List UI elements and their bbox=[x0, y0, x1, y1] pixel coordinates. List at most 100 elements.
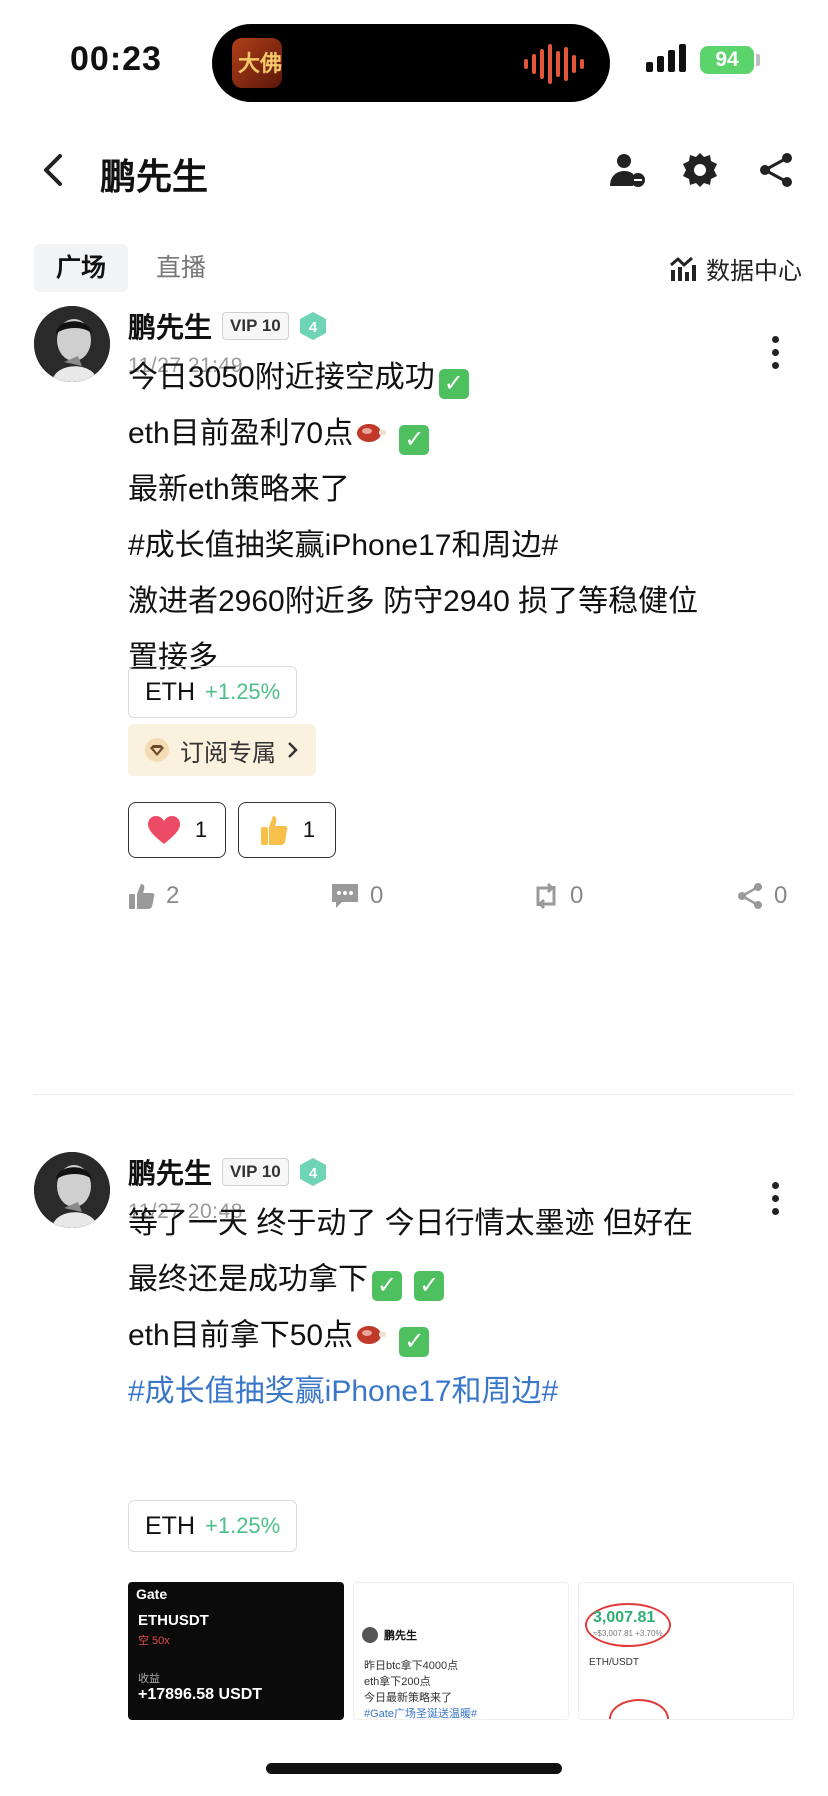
image-thumbnail[interactable]: 鹏先生 昨日btc拿下4000点 eth拿下200点 今日最新策略来了 #Gat… bbox=[353, 1582, 569, 1720]
battery-indicator: 94 bbox=[700, 46, 754, 74]
post-line: #成长值抽奖赢iPhone17和周边# bbox=[128, 1364, 798, 1420]
avatar[interactable] bbox=[34, 1152, 110, 1228]
thumb-pair: ETHUSDT bbox=[138, 1612, 209, 1629]
reaction-thumbs-up[interactable]: 1 bbox=[238, 802, 336, 858]
status-bar: 00:23 大佛 94 bbox=[0, 0, 828, 120]
ticker-change: +1.25% bbox=[205, 679, 281, 704]
post-line: 等了一天 终于动了 今日行情太墨迹 但好在 bbox=[128, 1196, 798, 1252]
repost-button[interactable]: 0 bbox=[532, 882, 583, 910]
post-line-text: 最终还是成功拿下 bbox=[128, 1263, 368, 1296]
post-hashtag-link[interactable]: #成长值抽奖赢iPhone17和周边# bbox=[128, 1375, 558, 1408]
page-title: 鹏先生 bbox=[100, 156, 209, 197]
meat-emoji-icon bbox=[357, 1326, 387, 1344]
repost-count: 0 bbox=[570, 882, 584, 909]
image-gallery: Gate ETHUSDT 空 50x 收益 +17896.58 USDT 鹏先生… bbox=[128, 1582, 794, 1720]
post-action-bar: 2 0 0 0 bbox=[0, 882, 828, 922]
diamond-icon bbox=[145, 738, 169, 762]
post-line-text: 今日3050附近接空成功 bbox=[128, 361, 435, 394]
thumb-pair: ETH/USDT bbox=[589, 1657, 639, 1668]
avatar-portrait bbox=[34, 1152, 110, 1228]
ticker-chip[interactable]: ETH +1.25% bbox=[128, 666, 298, 718]
post-divider bbox=[34, 1094, 794, 1095]
check-mark-icon: ✓ bbox=[399, 425, 430, 455]
post-hashtag[interactable]: #成长值抽奖赢iPhone17和周边# bbox=[128, 529, 558, 562]
thumbs-up-icon bbox=[129, 884, 155, 909]
audio-waveform-icon bbox=[524, 44, 584, 84]
post-body: 等了一天 终于动了 今日行情太墨迹 但好在 最终还是成功拿下 ✓ ✓ eth目前拿… bbox=[128, 1196, 798, 1420]
like-button[interactable]: 2 bbox=[128, 882, 179, 910]
reaction-bar: 1 1 bbox=[128, 802, 336, 858]
tab-square[interactable]: 广场 bbox=[34, 244, 129, 292]
ticker-symbol: ETH bbox=[145, 677, 195, 706]
reaction-count: 1 bbox=[194, 817, 208, 842]
reaction-count: 1 bbox=[302, 817, 316, 842]
home-indicator[interactable] bbox=[266, 1763, 562, 1774]
ticker-symbol: ETH bbox=[145, 1511, 195, 1540]
author-row: 鹏先生 VIP 10 4 bbox=[128, 1152, 327, 1192]
page-header: 鹏先生 bbox=[0, 130, 828, 210]
user-manage-icon[interactable] bbox=[606, 150, 646, 190]
repost-icon bbox=[536, 882, 556, 910]
thumb-avatar bbox=[362, 1627, 378, 1643]
level-number: 4 bbox=[309, 319, 318, 336]
author-name[interactable]: 鹏先生 bbox=[128, 1152, 212, 1192]
image-thumbnail[interactable]: Gate ETHUSDT 空 50x 收益 +17896.58 USDT bbox=[128, 1582, 344, 1720]
comment-count: 0 bbox=[370, 882, 384, 909]
comment-icon bbox=[332, 884, 358, 908]
gear-icon[interactable] bbox=[680, 150, 720, 190]
share-post-button[interactable]: 0 bbox=[736, 882, 787, 910]
thumb-line: eth拿下200点 bbox=[364, 1676, 431, 1688]
author-row: 鹏先生 VIP 10 4 bbox=[128, 306, 327, 346]
reaction-heart[interactable]: 1 bbox=[128, 802, 226, 858]
post-line-text: 最新eth策略来了 bbox=[128, 473, 350, 506]
meat-emoji-icon bbox=[357, 424, 387, 442]
share-count: 0 bbox=[774, 882, 788, 909]
thumb-circle-mark bbox=[609, 1699, 669, 1719]
check-mark-icon: ✓ bbox=[438, 369, 469, 399]
post-line: 最新eth策略来了 bbox=[128, 462, 798, 518]
post-line: eth目前拿下50点 ✓ bbox=[128, 1308, 798, 1364]
avatar[interactable] bbox=[34, 306, 110, 382]
level-badge: 4 bbox=[299, 311, 327, 341]
post-line-text: 等了一天 终于动了 今日行情太墨迹 但好在 bbox=[128, 1207, 694, 1240]
ticker-chip[interactable]: ETH +1.25% bbox=[128, 1500, 298, 1552]
cellular-signal-icon bbox=[646, 44, 686, 72]
thumb-pnl: +17896.58 USDT bbox=[138, 1686, 263, 1703]
check-mark-icon: ✓ bbox=[414, 1271, 445, 1301]
now-playing-artwork: 大佛 bbox=[232, 38, 282, 88]
post-line: #成长值抽奖赢iPhone17和周边# bbox=[128, 518, 798, 574]
post-card: 鹏先生 VIP 10 4 11/27 21:49 今日3050附近接空成功 ✓ e… bbox=[0, 306, 828, 1086]
data-center-link[interactable]: 数据中心 bbox=[668, 250, 802, 286]
dynamic-island[interactable]: 大佛 bbox=[212, 24, 610, 102]
like-count: 2 bbox=[166, 882, 180, 909]
post-line-text: eth目前盈利70点 bbox=[128, 417, 354, 450]
check-mark-icon: ✓ bbox=[399, 1327, 430, 1357]
chevron-right-icon bbox=[288, 742, 298, 758]
thumb-label: 收益 bbox=[138, 1673, 160, 1685]
post-line: eth目前盈利70点 ✓ bbox=[128, 406, 798, 462]
data-center-label: 数据中心 bbox=[706, 257, 802, 285]
ticker-change: +1.25% bbox=[205, 1513, 281, 1538]
thumb-direction: 空 50x bbox=[138, 1635, 170, 1647]
tab-live[interactable]: 直播 bbox=[134, 244, 228, 292]
back-arrow-icon[interactable] bbox=[34, 146, 74, 194]
image-thumbnail[interactable]: 3,007.81 ≈$3,007.81 +3.70% ETH/USDT bbox=[578, 1582, 794, 1720]
level-number: 4 bbox=[309, 1165, 318, 1182]
thumb-price: 3,007.81 bbox=[593, 1609, 656, 1626]
author-name[interactable]: 鹏先生 bbox=[128, 306, 212, 346]
status-time: 00:23 bbox=[70, 40, 162, 78]
post-line: 今日3050附近接空成功 ✓ bbox=[128, 350, 798, 406]
post-line: 最终还是成功拿下 ✓ ✓ bbox=[128, 1252, 798, 1308]
thumb-line: 昨日btc拿下4000点 bbox=[364, 1660, 459, 1672]
share-icon[interactable] bbox=[756, 150, 796, 190]
vip-badge: VIP 10 bbox=[222, 1158, 289, 1186]
thumb-sub: ≈$3,007.81 +3.70% bbox=[593, 1629, 663, 1638]
level-badge: 4 bbox=[299, 1157, 327, 1187]
post-line: 激进者2960附近多 防守2940 损了等稳健位 bbox=[128, 574, 798, 630]
comment-button[interactable]: 0 bbox=[330, 882, 383, 910]
thumbs-up-emoji-icon bbox=[260, 816, 288, 845]
thumb-line: 今日最新策略来了 bbox=[364, 1692, 452, 1704]
subscribe-exclusive-chip[interactable]: 订阅专属 bbox=[128, 724, 316, 776]
share-icon bbox=[738, 883, 762, 909]
battery-level: 94 bbox=[715, 48, 739, 71]
